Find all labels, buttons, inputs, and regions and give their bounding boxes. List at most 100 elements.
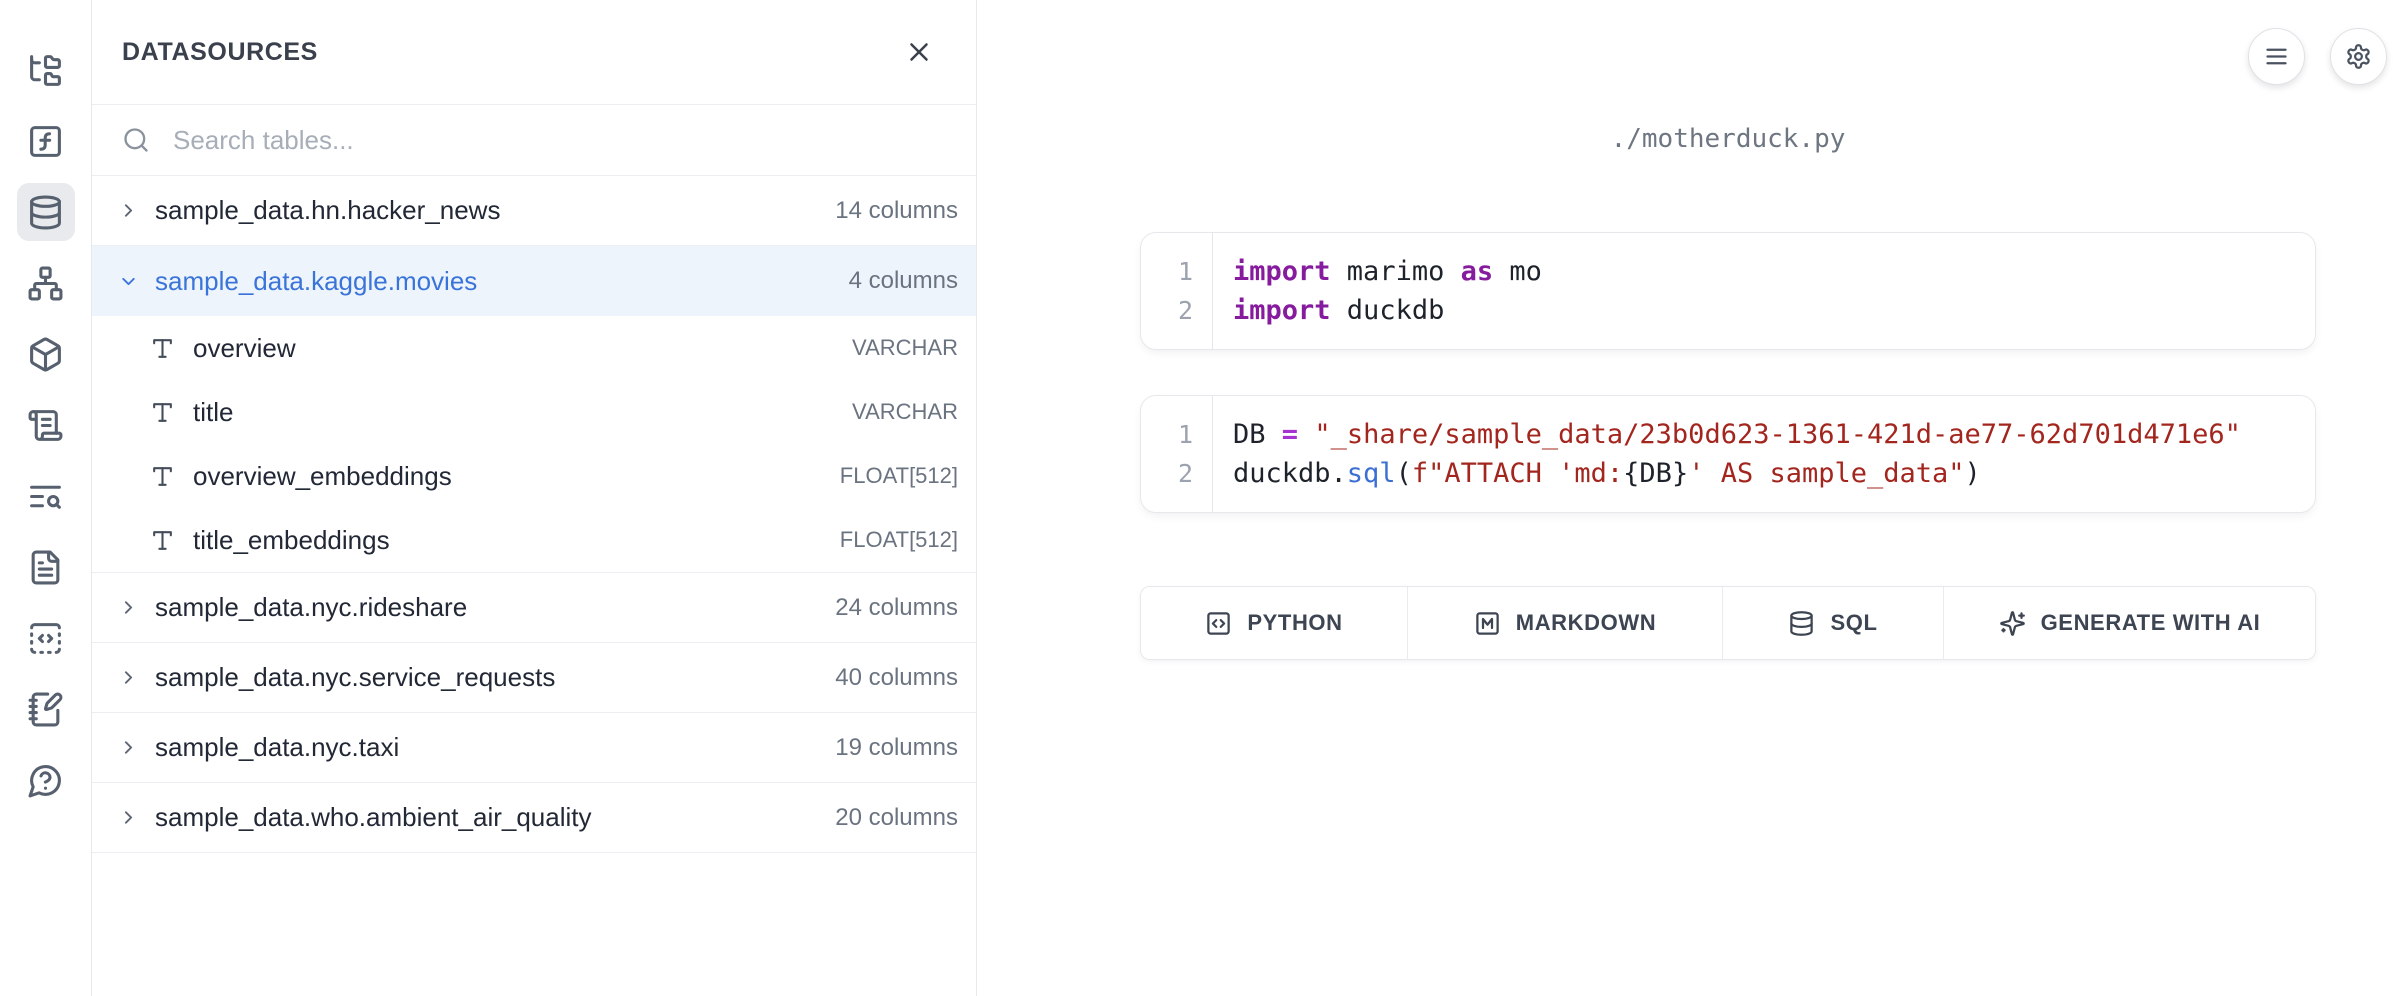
sidebar-item-box[interactable] [17,325,75,383]
sidebar-item-help-chat[interactable] [17,751,75,809]
column-name: title [193,397,834,428]
column-name: overview_embeddings [193,461,822,492]
chevron-right-icon [118,667,139,688]
table-name: sample_data.who.ambient_air_quality [155,802,819,833]
table-row[interactable]: sample_data.nyc.rideshare 24 columns [92,573,976,643]
close-icon[interactable] [904,37,934,67]
notebook-area: ./motherduck.py 12import marimo as moimp… [978,0,2399,996]
function-square-icon [27,123,64,160]
table-columns-count: 14 columns [835,197,958,225]
table-name: sample_data.nyc.rideshare [155,592,819,623]
line-number: 2 [1141,454,1212,493]
add-sql-button[interactable]: SQL [1723,587,1944,659]
sidebar-item-folder-tree[interactable] [17,41,75,99]
sidebar-item-notebook-pen[interactable] [17,680,75,738]
type-icon [150,528,175,553]
code-line: duckdb.sql(f"ATTACH 'md:{DB}' AS sample_… [1233,454,2315,493]
chevron-right-icon [118,737,139,758]
column-type: VARCHAR [852,335,958,361]
file-text-icon [27,549,64,586]
sidebar-item-function-square[interactable] [17,112,75,170]
column-name: overview [193,333,834,364]
table-columns-count: 19 columns [835,734,958,762]
code-editor[interactable]: import marimo as moimport duckdb [1213,233,2315,349]
square-m-icon [1474,610,1501,637]
type-icon [150,400,175,425]
table-name: sample_data.hn.hacker_news [155,195,819,226]
database-icon [1788,610,1815,637]
line-number: 1 [1141,415,1212,454]
chevron-right-icon [118,597,139,618]
table-row[interactable]: sample_data.who.ambient_air_quality 20 co… [92,783,976,853]
panel-title: DATASOURCES [122,38,318,67]
add-button-label: GENERATE WITH AI [2041,610,2261,636]
line-number: 2 [1141,291,1212,330]
type-icon [150,336,175,361]
snippet-code-icon [27,620,64,657]
line-number-gutter: 12 [1141,396,1213,512]
search-row [92,105,976,176]
table-row[interactable]: sample_data.kaggle.movies 4 columns [92,246,976,316]
table-row[interactable]: sample_data.nyc.service_requests 40 colum… [92,643,976,713]
table-columns-count: 20 columns [835,804,958,832]
table-name: sample_data.nyc.taxi [155,732,819,763]
add-generate-with-ai-button[interactable]: GENERATE WITH AI [1944,587,2315,659]
column-type: FLOAT[512] [840,527,958,553]
search-icon [122,126,150,154]
table-name: sample_data.kaggle.movies [155,266,833,297]
code-line: DB = "_share/sample_data/23b0d623-1361-4… [1233,415,2315,454]
table-columns-count: 40 columns [835,664,958,692]
folder-tree-icon [27,52,64,89]
table-row[interactable]: sample_data.hn.hacker_news 14 columns [92,176,976,246]
search-input[interactable] [171,124,946,157]
add-cell-bar: PYTHON MARKDOWN SQL GENERATE WITH AI [1140,586,2316,660]
sidebar-item-snippet-code[interactable] [17,609,75,667]
box-icon [27,336,64,373]
sparkles-icon [1999,610,2026,637]
line-number-gutter: 12 [1141,233,1213,349]
chevron-right-icon [118,807,139,828]
code-cell: 12import marimo as moimport duckdb [1140,232,2316,350]
sidebar-item-network[interactable] [17,254,75,312]
settings-button[interactable] [2330,28,2387,85]
sidebar-item-scroll-text[interactable] [17,396,75,454]
code-cell: 12 DB = "_share/sample_data/23b0d623-1361… [1140,395,2316,513]
marimo-app: DATASOURCES sample_data.hn.hacker_news14… [0,0,2399,996]
table-columns-count: 4 columns [849,267,958,295]
notebook: ./motherduck.py 12import marimo as moimp… [1140,0,2316,996]
column-row[interactable]: overview VARCHAR [92,316,976,380]
code-line: import marimo as mo [1233,252,2315,291]
column-type: VARCHAR [852,399,958,425]
column-row[interactable]: title_embeddings FLOAT[512] [92,508,976,572]
text-search-icon [27,478,64,515]
chevron-down-icon [118,271,139,292]
notebook-filename[interactable]: ./motherduck.py [1140,124,2316,154]
code-line: import duckdb [1233,291,2315,330]
scroll-text-icon [27,407,64,444]
add-python-button[interactable]: PYTHON [1141,587,1408,659]
code-editor[interactable]: DB = "_share/sample_data/23b0d623-1361-4… [1213,396,2315,512]
column-type: FLOAT[512] [840,463,958,489]
add-button-label: MARKDOWN [1516,610,1656,636]
datasources-panel: DATASOURCES sample_data.hn.hacker_news 14… [92,0,977,996]
column-name: title_embeddings [193,525,822,556]
notebook-pen-icon [27,691,64,728]
column-row[interactable]: title VARCHAR [92,380,976,444]
icon-sidebar [0,0,92,996]
sidebar-item-database[interactable] [17,183,75,241]
sidebar-item-text-search[interactable] [17,467,75,525]
chevron-right-icon [118,200,139,221]
type-icon [150,464,175,489]
column-row[interactable]: overview_embeddings FLOAT[512] [92,444,976,508]
table-name: sample_data.nyc.service_requests [155,662,819,693]
database-icon [27,194,64,231]
column-list: overview VARCHAR title VARCHAR overview_embe… [92,316,976,573]
table-row[interactable]: sample_data.nyc.taxi 19 columns [92,713,976,783]
table-columns-count: 24 columns [835,594,958,622]
panel-header: DATASOURCES [92,0,976,105]
add-button-label: PYTHON [1247,610,1342,636]
sidebar-item-file-text[interactable] [17,538,75,596]
square-code-icon [1205,610,1232,637]
line-number: 1 [1141,252,1212,291]
add-markdown-button[interactable]: MARKDOWN [1408,587,1723,659]
